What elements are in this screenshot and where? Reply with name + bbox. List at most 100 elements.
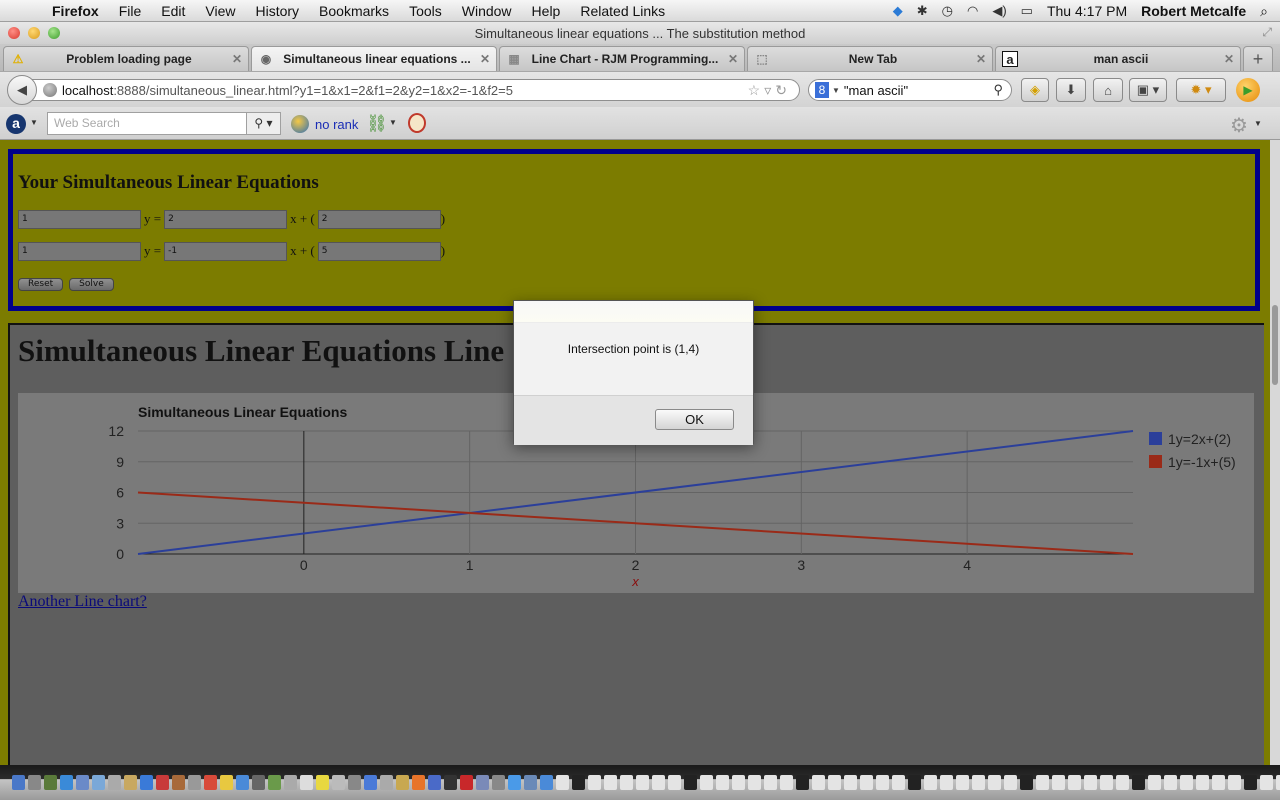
dock-app-icon[interactable] (220, 775, 233, 790)
history-dropdown-icon[interactable]: ▿ (764, 82, 775, 98)
clock[interactable]: Thu 4:17 PM (1047, 3, 1127, 19)
dock-app-icon[interactable] (556, 775, 569, 790)
window-zoom-button[interactable] (48, 27, 60, 39)
menu-help[interactable]: Help (532, 3, 561, 19)
tab-close-icon[interactable]: ✕ (1224, 52, 1234, 66)
dock-app-icon[interactable] (668, 775, 681, 790)
tab-simultaneous-linear[interactable]: ◉ Simultaneous linear equations ... ✕ (251, 46, 497, 71)
dock-app-icon[interactable] (1276, 775, 1280, 790)
dock-app-icon[interactable] (844, 775, 857, 790)
menu-file[interactable]: File (119, 3, 142, 19)
dock-app-icon[interactable] (1244, 775, 1257, 790)
dock-app-icon[interactable] (908, 775, 921, 790)
dock-app-icon[interactable] (956, 775, 969, 790)
downloads-button[interactable]: ⬇ (1056, 78, 1086, 102)
site-identity-icon[interactable] (43, 83, 57, 97)
dock-app-icon[interactable] (1180, 775, 1193, 790)
dock-app-icon[interactable] (924, 775, 937, 790)
dock-app-icon[interactable] (1100, 775, 1113, 790)
dock-app-icon[interactable] (124, 775, 137, 790)
tab-close-icon[interactable]: ✕ (232, 52, 242, 66)
dock-app-icon[interactable] (604, 775, 617, 790)
dock-app-icon[interactable] (28, 775, 41, 790)
dock-app-icon[interactable] (940, 775, 953, 790)
dock-app-icon[interactable] (508, 775, 521, 790)
dock-app-icon[interactable] (92, 775, 105, 790)
dock-app-icon[interactable] (764, 775, 777, 790)
tab-man-ascii[interactable]: a man ascii ✕ (995, 46, 1241, 71)
url-bar[interactable]: localhost:8888/simultaneous_linear.html?… (24, 79, 800, 101)
f1-input[interactable]: 2 (317, 209, 441, 229)
bookmark-star-icon[interactable]: ☆ (748, 82, 765, 98)
dock-app-icon[interactable] (620, 775, 633, 790)
tab-line-chart[interactable]: ▦ Line Chart - RJM Programming... ✕ (499, 46, 745, 71)
menu-view[interactable]: View (205, 3, 235, 19)
gear-icon[interactable]: ⚙ (1230, 113, 1248, 138)
dock-app-icon[interactable] (476, 775, 489, 790)
menu-bookmarks[interactable]: Bookmarks (319, 3, 389, 19)
chain-link-icon[interactable]: ⛓ (366, 114, 388, 134)
search-input[interactable]: "man ascii" (844, 83, 908, 98)
dock-app-icon[interactable] (1116, 775, 1129, 790)
dock-app-icon[interactable] (540, 775, 553, 790)
f2-input[interactable]: 5 (317, 241, 441, 261)
dock-app-icon[interactable] (1260, 775, 1273, 790)
search-icon[interactable]: ⚲ (993, 82, 1003, 98)
menu-history[interactable]: History (255, 3, 299, 19)
dock-app-icon[interactable] (1148, 775, 1161, 790)
tab-new-tab[interactable]: ⬚ New Tab ✕ (747, 46, 993, 71)
dock-app-icon[interactable] (1212, 775, 1225, 790)
dock-app-icon[interactable] (828, 775, 841, 790)
dock-app-icon[interactable] (108, 775, 121, 790)
x1-input[interactable]: 2 (164, 209, 288, 229)
rank-text[interactable]: no rank (315, 117, 358, 132)
fullscreen-icon[interactable]: ⤢ (1262, 25, 1272, 40)
gear-dropdown-icon[interactable]: ▼ (1254, 119, 1262, 128)
reload-icon[interactable]: ↻ (775, 82, 791, 98)
dock-app-icon[interactable] (572, 775, 585, 790)
engine-dropdown-icon[interactable]: ▼ (832, 86, 840, 95)
dock-app-icon[interactable] (316, 775, 329, 790)
dock-app-icon[interactable] (972, 775, 985, 790)
window-minimize-button[interactable] (28, 27, 40, 39)
dock-app-icon[interactable] (380, 775, 393, 790)
dock-app-icon[interactable] (524, 775, 537, 790)
dock-app-icon[interactable] (204, 775, 217, 790)
play-addon-button[interactable]: ▶ (1236, 78, 1260, 102)
battery-icon[interactable]: ▭ (1021, 3, 1033, 19)
search-bar[interactable]: 8 ▼ "man ascii" ⚲ (808, 79, 1012, 101)
web-search-button[interactable]: ⚲ ▾ (247, 112, 281, 135)
bluetooth-icon[interactable]: ✱ (917, 3, 928, 19)
back-button[interactable]: ◀ (7, 75, 37, 105)
x2-input[interactable]: -1 (164, 241, 288, 261)
tab-close-icon[interactable]: ✕ (976, 52, 986, 66)
menu-tools[interactable]: Tools (409, 3, 442, 19)
dock-app-icon[interactable] (860, 775, 873, 790)
wifi-icon[interactable]: ◠ (967, 3, 978, 19)
page-scrollbar[interactable] (1270, 140, 1280, 765)
timer-icon[interactable] (408, 113, 426, 133)
dock-app-icon[interactable] (332, 775, 345, 790)
dock-app-icon[interactable] (716, 775, 729, 790)
web-search-input[interactable]: Web Search (47, 112, 247, 135)
dock-app-icon[interactable] (44, 775, 57, 790)
dock-app-icon[interactable] (348, 775, 361, 790)
dock-app-icon[interactable] (156, 775, 169, 790)
dock-app-icon[interactable] (172, 775, 185, 790)
dock-app-icon[interactable] (428, 775, 441, 790)
dock-app-icon[interactable] (364, 775, 377, 790)
dock-app-icon[interactable] (1132, 775, 1145, 790)
tab-close-icon[interactable]: ✕ (728, 52, 738, 66)
new-tab-button[interactable]: + (1243, 46, 1273, 71)
dock-app-icon[interactable] (444, 775, 457, 790)
dock-app-icon[interactable] (1228, 775, 1241, 790)
tab-close-icon[interactable]: ✕ (480, 52, 490, 66)
addon-button[interactable]: ◈ (1021, 78, 1049, 102)
dock-app-icon[interactable] (1196, 775, 1209, 790)
dock-app-icon[interactable] (236, 775, 249, 790)
dock-app-icon[interactable] (492, 775, 505, 790)
solve-button[interactable]: Solve (69, 278, 114, 291)
tab-problem-loading[interactable]: ⚠ Problem loading page ✕ (3, 46, 249, 71)
google-engine-icon[interactable]: 8 (815, 82, 829, 98)
dock-app-icon[interactable] (796, 775, 809, 790)
